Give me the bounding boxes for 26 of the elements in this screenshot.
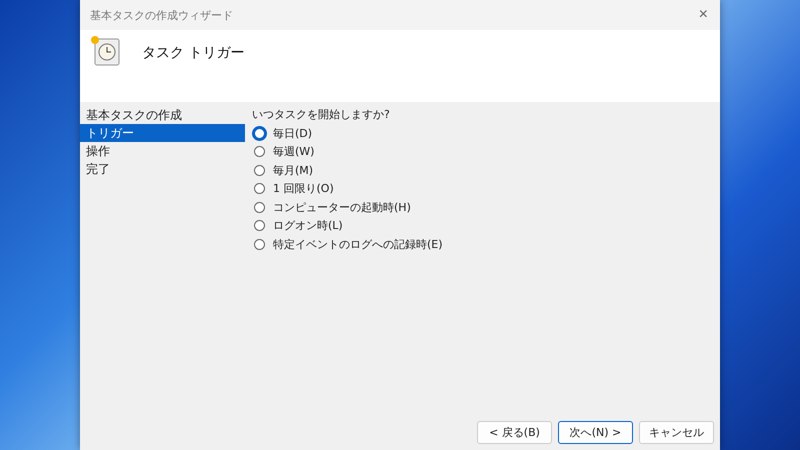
page-title: タスク トリガー (142, 44, 244, 62)
option-label[interactable]: 1 回限り(O) (273, 181, 334, 196)
sidebar-item[interactable]: 操作 (80, 142, 245, 160)
radio-button[interactable] (254, 202, 265, 213)
radio-button[interactable] (254, 164, 265, 176)
radio-button[interactable] (254, 183, 265, 194)
option-label[interactable]: 特定イベントのログへの記録時(E) (273, 236, 443, 252)
option-label[interactable]: ログオン時(L) (273, 218, 343, 234)
sidebar-item[interactable]: 基本タスクの作成 (80, 106, 245, 124)
dialog-button[interactable]: キャンセル (639, 421, 714, 444)
sidebar-item[interactable]: トリガー (80, 124, 245, 142)
option-label[interactable]: 毎日(D) (273, 126, 312, 141)
sidebar-item[interactable]: 完了 (80, 160, 245, 178)
option-label[interactable]: 毎月(M) (273, 162, 314, 178)
task-clock-icon (88, 34, 122, 68)
radio-button[interactable] (254, 238, 265, 250)
radio-button[interactable] (254, 220, 265, 232)
dialog-button[interactable]: 次へ(N) > (558, 421, 633, 444)
option-label[interactable]: コンピューターの起動時(H) (273, 200, 411, 215)
radio-button[interactable] (254, 146, 265, 158)
dialog-button[interactable]: < 戻る(B) (477, 421, 552, 444)
question-text: いつタスクを開始しますか? (252, 107, 391, 123)
close-button[interactable]: × (694, 6, 712, 24)
window-title: 基本タスクの作成ウィザード (90, 8, 233, 22)
radio-button[interactable] (252, 126, 267, 141)
option-label[interactable]: 毎週(W) (273, 144, 314, 160)
